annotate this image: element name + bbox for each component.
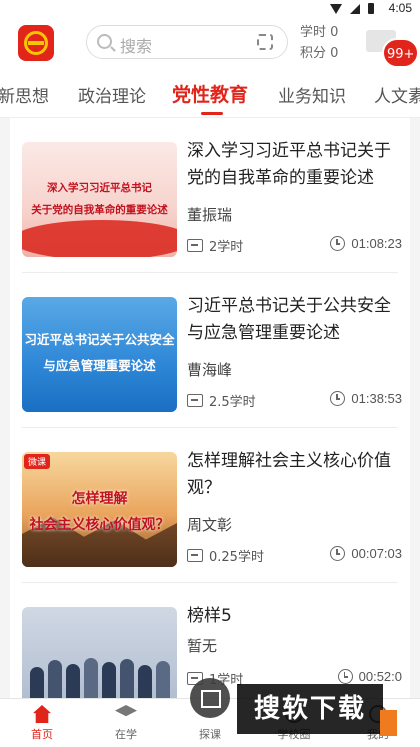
status-bar: 4:05 <box>0 0 420 18</box>
logo-bar-icon <box>28 41 44 45</box>
screen-icon <box>187 549 203 562</box>
thumbnail-caption: 与应急管理重要论述 <box>43 358 156 373</box>
watermark-overlay: 搜软下载 <box>237 684 383 734</box>
course-duration: 01:08:23 <box>351 236 402 251</box>
course-card[interactable]: 微课 怎样理解 社会主义核心价值观？ 怎样理解社会主义核心价值观？ 周文彰 0.… <box>10 428 410 583</box>
person-figure <box>120 659 134 698</box>
tab-zhengzhi-lilun[interactable]: 政治理论 <box>78 82 146 107</box>
decorative-swoosh <box>22 220 177 257</box>
app-header: 搜索 学时 0 积分 0 99+ <box>0 18 420 70</box>
home-icon <box>33 705 51 723</box>
thumbnail-caption: 关于党的自我革命的重要论述 <box>31 204 168 216</box>
course-meta: 2学时 01:08:23 <box>187 236 402 256</box>
status-time: 4:05 <box>388 1 412 15</box>
person-figure <box>30 667 44 698</box>
thumbnail-caption: 习近平总书记关于公共安全 <box>24 332 175 347</box>
course-hours: 0.25学时 <box>209 550 264 565</box>
screen-icon <box>187 239 203 252</box>
course-author: 曹海峰 <box>187 361 233 379</box>
tab-yewu-zhishi[interactable]: 业务知识 <box>278 82 346 107</box>
course-duration: 00:07:03 <box>351 546 402 561</box>
course-duration: 01:38:53 <box>351 391 402 406</box>
course-thumbnail: 深入学习习近平总书记 关于党的自我革命的重要论述 <box>22 142 177 257</box>
screen-icon <box>187 394 203 407</box>
course-card[interactable]: 深入学习习近平总书记 关于党的自我革命的重要论述 深入学习习近平总书记关于党的自… <box>10 118 410 273</box>
course-list: 深入学习习近平总书记 关于党的自我革命的重要论述 深入学习习近平总书记关于党的自… <box>10 118 410 698</box>
clock-icon <box>330 391 346 406</box>
thumbnail-caption: 社会主义核心价值观？ <box>29 517 170 533</box>
course-hours: 2学时 <box>209 240 244 255</box>
person-figure <box>66 664 80 698</box>
watermark-accent <box>380 710 397 736</box>
nav-studying[interactable]: 在学 <box>96 705 156 742</box>
wifi-icon <box>330 3 342 14</box>
status-icons <box>330 3 374 14</box>
course-thumbnail: 习近平总书记关于公共安全 与应急管理重要论述 <box>22 297 177 412</box>
floating-book-icon[interactable] <box>190 678 230 718</box>
thumbnail-caption: 深入学习习近平总书记 <box>47 182 152 194</box>
battery-icon <box>368 3 374 14</box>
course-title: 习近平总书记关于公共安全与应急管理重要论述 <box>187 296 391 343</box>
course-duration: 00:52:0 <box>358 669 402 684</box>
person-figure <box>84 658 98 698</box>
clock-icon <box>330 546 346 561</box>
nav-label: 首页 <box>31 728 53 741</box>
message-badge: 99+ <box>382 38 420 68</box>
course-meta: 0.25学时 00:07:03 <box>187 546 402 566</box>
course-thumbnail: 微课 怎样理解 社会主义核心价值观？ <box>22 452 177 567</box>
course-title: 怎样理解社会主义核心价值观？ <box>187 451 391 498</box>
search-icon <box>97 34 112 49</box>
graduation-cap-icon <box>115 705 137 717</box>
course-author: 周文彰 <box>187 516 233 534</box>
person-figure <box>138 665 152 698</box>
course-thumbnail <box>22 607 177 698</box>
scan-icon[interactable] <box>257 34 273 50</box>
active-tab-indicator <box>201 112 223 115</box>
course-author: 董振瑞 <box>187 206 233 224</box>
search-placeholder: 搜索 <box>120 37 153 56</box>
thumbnail-caption: 怎样理解 <box>71 491 128 507</box>
course-card[interactable]: 习近平总书记关于公共安全 与应急管理重要论述 习近平总书记关于公共安全与应急管理… <box>10 273 410 428</box>
course-title: 榜样5 <box>187 606 232 626</box>
nav-label: 探课 <box>199 728 221 741</box>
clock-icon <box>330 236 346 251</box>
tab-dangxing-jiaoyu[interactable]: 党性教育 <box>172 80 248 107</box>
search-input[interactable]: 搜索 <box>86 25 288 59</box>
person-figure <box>156 661 170 698</box>
course-meta: 2.5学时 01:38:53 <box>187 391 402 411</box>
course-author: 暂无 <box>187 637 218 655</box>
micro-course-tag: 微课 <box>24 454 51 469</box>
study-hours: 学时 0 <box>300 25 339 40</box>
clock-icon <box>337 669 353 684</box>
category-tabs: 新思想 政治理论 党性教育 业务知识 人文素 <box>0 70 420 118</box>
person-figure <box>48 660 62 698</box>
nav-home[interactable]: 首页 <box>12 705 72 742</box>
nav-label: 在学 <box>115 728 137 741</box>
tab-renwen[interactable]: 人文素 <box>374 82 420 107</box>
signal-icon <box>350 3 360 14</box>
course-title: 深入学习习近平总书记关于党的自我革命的重要论述 <box>187 141 391 188</box>
tab-xin-sixiang[interactable]: 新思想 <box>0 82 49 107</box>
points: 积分 0 <box>300 46 339 61</box>
user-stats: 学时 0 积分 0 <box>300 22 338 64</box>
course-hours: 2.5学时 <box>209 395 256 410</box>
person-figure <box>102 662 116 698</box>
app-logo[interactable] <box>18 25 54 61</box>
